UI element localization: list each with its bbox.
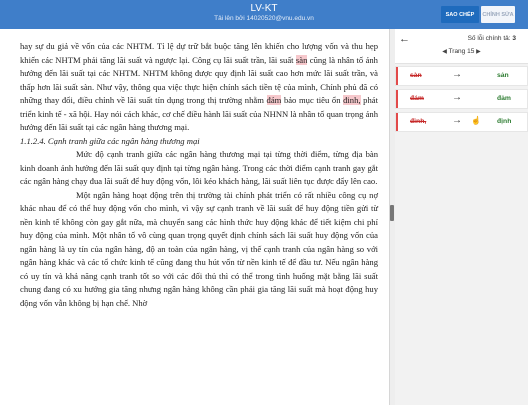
wrong-word: đinh,: [410, 118, 427, 125]
wrong-word: sàn: [410, 72, 422, 79]
panel-header: ← Số lỗi chính tả: 3 ◀ Trang 15 ▶: [395, 29, 528, 64]
error-highlight-san[interactable]: sàn: [295, 54, 308, 65]
page-label: Trang 15: [448, 48, 475, 55]
page-navigator: ◀ Trang 15 ▶: [395, 48, 528, 55]
spellcheck-panel: ← Số lỗi chính tả: 3 ◀ Trang 15 ▶ sàn → …: [395, 29, 528, 405]
error-marker: [396, 90, 398, 108]
arrow-right-icon: →: [452, 69, 462, 80]
top-bar: LV-KT Tải lên bởi 14020520@vnu.edu.vn SA…: [0, 0, 528, 29]
arrow-left-icon[interactable]: ←: [399, 33, 410, 45]
error-marker: [396, 113, 398, 131]
edit-button[interactable]: CHỈNH SỬA: [481, 6, 515, 23]
suggested-word[interactable]: sản: [497, 72, 509, 79]
arrow-right-icon: →: [452, 115, 462, 126]
paragraph-2: Mức độ cạnh tranh giữa các ngân hàng thư…: [20, 149, 378, 186]
error-marker: [396, 67, 398, 85]
scrollbar-thumb[interactable]: [390, 205, 394, 221]
correction-row[interactable]: đinh, → ☝ định: [395, 112, 528, 132]
hand-cursor-icon: ☝: [471, 116, 481, 125]
error-highlight-dam[interactable]: đám: [266, 95, 282, 105]
paragraph-3: Một ngân hàng hoạt động trên thị trường …: [20, 189, 378, 308]
copy-button[interactable]: SAO CHÉP: [441, 6, 479, 23]
chevron-left-icon[interactable]: ◀: [442, 49, 447, 55]
error-highlight-dinh[interactable]: đinh,: [343, 95, 361, 105]
document-viewer[interactable]: hay sự du giả về vốn của các NHTM. Tỉ lệ…: [0, 29, 389, 405]
suggested-word[interactable]: đảm: [497, 95, 511, 102]
arrow-right-icon: →: [452, 92, 462, 103]
suggested-word[interactable]: định: [497, 118, 511, 125]
paragraph-1: hay sự du giả về vốn của các NHTM. Tỉ lệ…: [20, 41, 378, 132]
correction-row[interactable]: sàn → sản: [395, 66, 528, 86]
section-heading: 1.1.2.4. Cạnh tranh giữa các ngân hàng t…: [20, 135, 200, 146]
error-count: Số lỗi chính tả: 3: [467, 35, 516, 42]
chevron-right-icon[interactable]: ▶: [476, 49, 481, 55]
correction-row[interactable]: đám → đảm: [395, 89, 528, 109]
wrong-word: đám: [410, 95, 424, 102]
